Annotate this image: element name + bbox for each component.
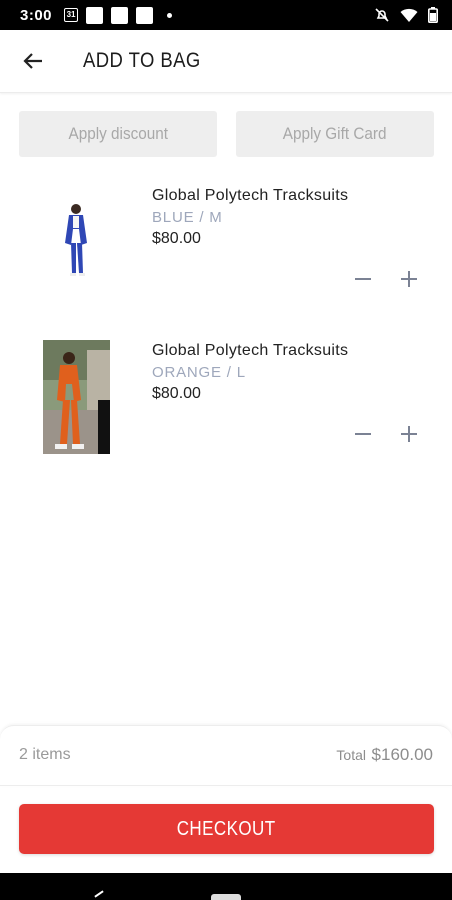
item-variant: BLUE / M — [152, 209, 223, 226]
item-details: Global Polytech Tracksuits ORANGE / L $8… — [152, 342, 348, 403]
product-image-blue-tracksuit — [43, 185, 110, 299]
notification-icon — [111, 6, 129, 24]
do-not-disturb-off-icon — [375, 8, 389, 22]
order-summary: 2 items Total $160.00 — [0, 725, 452, 786]
increase-quantity-button[interactable] — [396, 266, 422, 292]
notification-icon — [86, 6, 104, 24]
apply-discount-label: Apply discount — [68, 124, 168, 143]
plus-icon — [401, 271, 417, 287]
item-variant: ORANGE / L — [152, 364, 246, 381]
decrease-quantity-button[interactable] — [350, 421, 376, 447]
app-bar: ADD TO BAG — [0, 30, 452, 93]
promo-row: Apply discount Apply Gift Card — [19, 111, 434, 157]
total-value: $160.00 — [371, 745, 433, 764]
item-details: Global Polytech Tracksuits BLUE / M $80.… — [152, 187, 348, 248]
back-button[interactable] — [13, 41, 53, 81]
plus-icon — [401, 426, 417, 442]
increase-quantity-button[interactable] — [396, 421, 422, 447]
minus-icon — [355, 278, 371, 280]
decrease-quantity-button[interactable] — [350, 266, 376, 292]
product-image-orange-tracksuit — [43, 340, 110, 454]
cart-item: Global Polytech Tracksuits ORANGE / L $8… — [0, 340, 452, 470]
notification-icon — [136, 6, 154, 24]
item-name: Global Polytech Tracksuits — [152, 187, 349, 204]
apply-gift-card-button[interactable]: Apply Gift Card — [236, 111, 434, 157]
page-title: ADD TO BAG — [83, 49, 201, 72]
minus-icon — [355, 433, 371, 435]
system-nav-bar — [0, 873, 452, 900]
cart-item: Global Polytech Tracksuits BLUE / M $80.… — [0, 185, 452, 315]
calendar-icon: 31 — [64, 8, 79, 22]
nav-home-icon[interactable] — [211, 894, 241, 900]
apply-gift-card-label: Apply Gift Card — [283, 124, 387, 143]
item-name: Global Polytech Tracksuits — [152, 342, 349, 359]
product-image[interactable] — [43, 185, 110, 299]
wifi-icon — [400, 8, 418, 22]
item-price: $80.00 — [152, 230, 201, 247]
more-notifications-dot-icon — [167, 12, 173, 18]
quantity-stepper — [350, 421, 422, 447]
status-time: 3:00 — [20, 6, 53, 24]
quantity-stepper — [350, 266, 422, 292]
total-label: Total — [336, 747, 366, 763]
status-bar: 3:00 31 — [0, 0, 452, 30]
item-count: 2 items — [19, 746, 71, 763]
apply-discount-button[interactable]: Apply discount — [19, 111, 217, 157]
nav-back-icon[interactable] — [94, 890, 104, 898]
checkout-button[interactable]: CHECKOUT — [19, 804, 434, 854]
divider — [0, 785, 452, 786]
battery-icon — [428, 7, 438, 23]
product-image[interactable] — [43, 340, 110, 454]
arrow-left-icon — [23, 53, 42, 69]
checkout-label: CHECKOUT — [177, 817, 276, 840]
item-price: $80.00 — [152, 385, 201, 402]
status-system-icons — [374, 7, 438, 23]
